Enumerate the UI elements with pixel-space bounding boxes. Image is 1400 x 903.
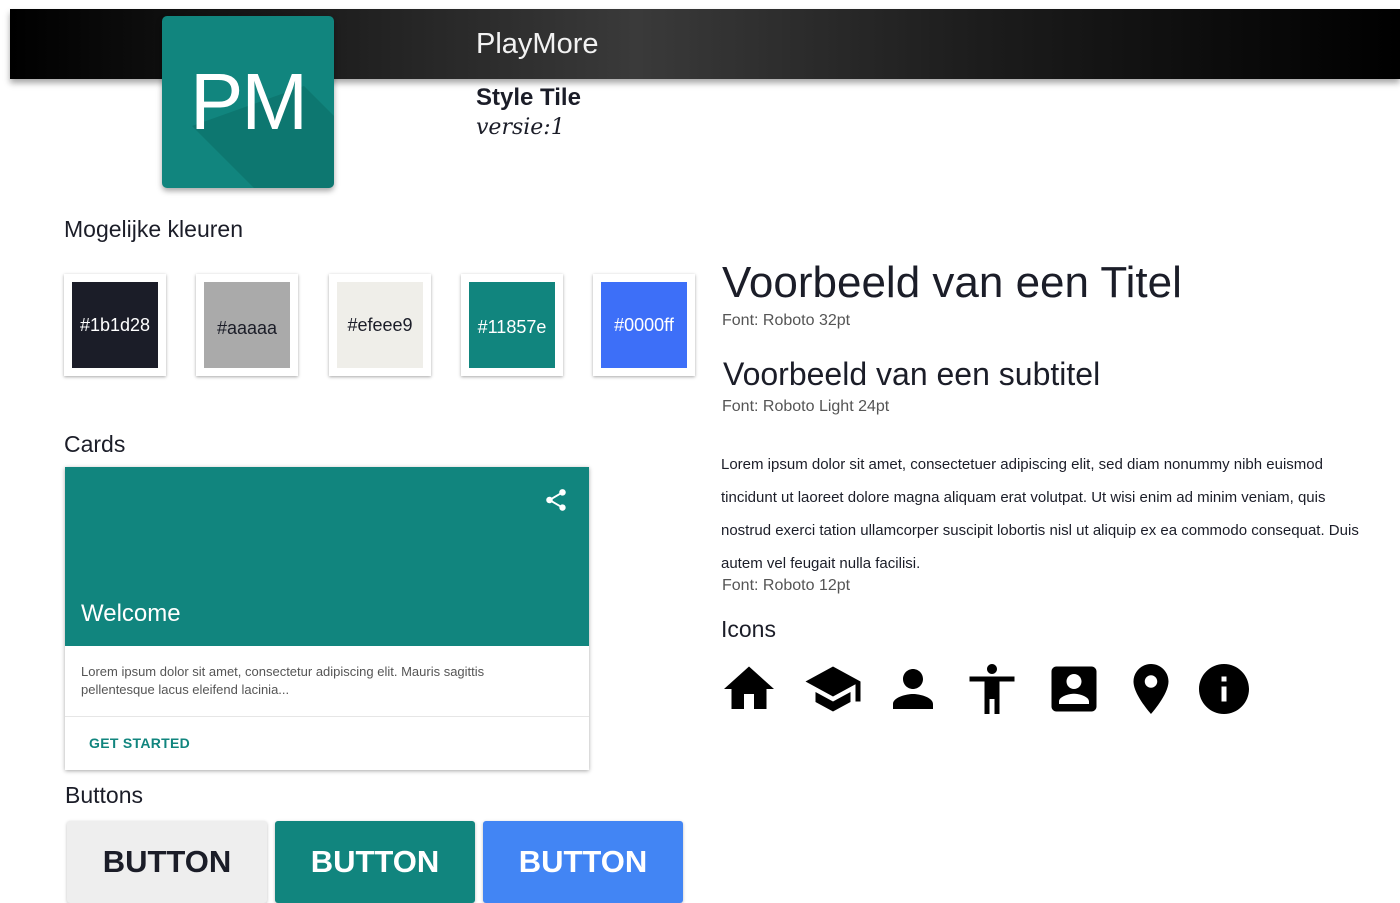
swatch-color: #11857e	[469, 282, 555, 368]
info-icon	[1199, 664, 1249, 714]
card-divider	[65, 716, 589, 717]
subtitle-font-note: Font: Roboto Light 24pt	[722, 398, 890, 415]
swatch-color: #1b1d28	[72, 282, 158, 368]
get-started-link[interactable]: GET STARTED	[89, 735, 190, 751]
cards-heading: Cards	[64, 431, 126, 457]
color-swatch: #aaaaa	[196, 274, 298, 376]
app-logo: PM	[162, 16, 334, 188]
accessibility-icon	[969, 664, 1015, 714]
sample-title: Voorbeeld van een Titel	[722, 258, 1182, 307]
contact-icon	[1051, 666, 1097, 712]
swatch-label: #1b1d28	[79, 314, 151, 335]
swatch-label: #11857e	[477, 316, 547, 337]
color-swatch: #0000ff	[593, 274, 695, 376]
card-media: Welcome	[65, 467, 589, 646]
share-icon[interactable]	[543, 487, 569, 513]
app-title: PlayMore	[476, 28, 599, 60]
swatch-color: #0000ff	[601, 282, 687, 368]
colors-heading: Mogelijke kleuren	[64, 216, 243, 242]
swatch-label: #efeee9	[347, 314, 413, 335]
card-title: Welcome	[81, 600, 181, 627]
body-font-note: Font: Roboto 12pt	[722, 577, 851, 594]
color-swatch: #efeee9	[329, 274, 431, 376]
style-tile-title: Style Tile	[476, 84, 581, 111]
sample-subtitle: Voorbeeld van een subtitel	[723, 356, 1101, 392]
color-swatch: #11857e	[461, 274, 563, 376]
accent-button[interactable]: BUTTON	[483, 821, 683, 903]
color-swatch: #1b1d28	[64, 274, 166, 376]
location-pin-icon	[1133, 664, 1169, 714]
swatch-color: #efeee9	[337, 282, 423, 368]
sample-body-text: Lorem ipsum dolor sit amet, consectetuer…	[721, 456, 1359, 572]
card-text: Lorem ipsum dolor sit amet, consectetur …	[81, 664, 485, 697]
home-icon	[724, 666, 774, 709]
default-button[interactable]: BUTTON	[67, 821, 267, 903]
welcome-card: Welcome Lorem ipsum dolor sit amet, cons…	[65, 467, 589, 770]
version-label: versie:1	[476, 115, 565, 140]
primary-button[interactable]: BUTTON	[275, 821, 475, 903]
buttons-heading: Buttons	[65, 782, 143, 808]
icons-heading: Icons	[721, 616, 776, 642]
swatch-color: #aaaaa	[204, 282, 290, 368]
swatch-label: #aaaaa	[216, 317, 278, 338]
swatch-label: #0000ff	[614, 314, 674, 335]
school-icon	[805, 666, 861, 712]
title-font-note: Font: Roboto 32pt	[722, 312, 851, 329]
person-icon	[893, 669, 933, 709]
logo-text: PM	[190, 57, 308, 146]
